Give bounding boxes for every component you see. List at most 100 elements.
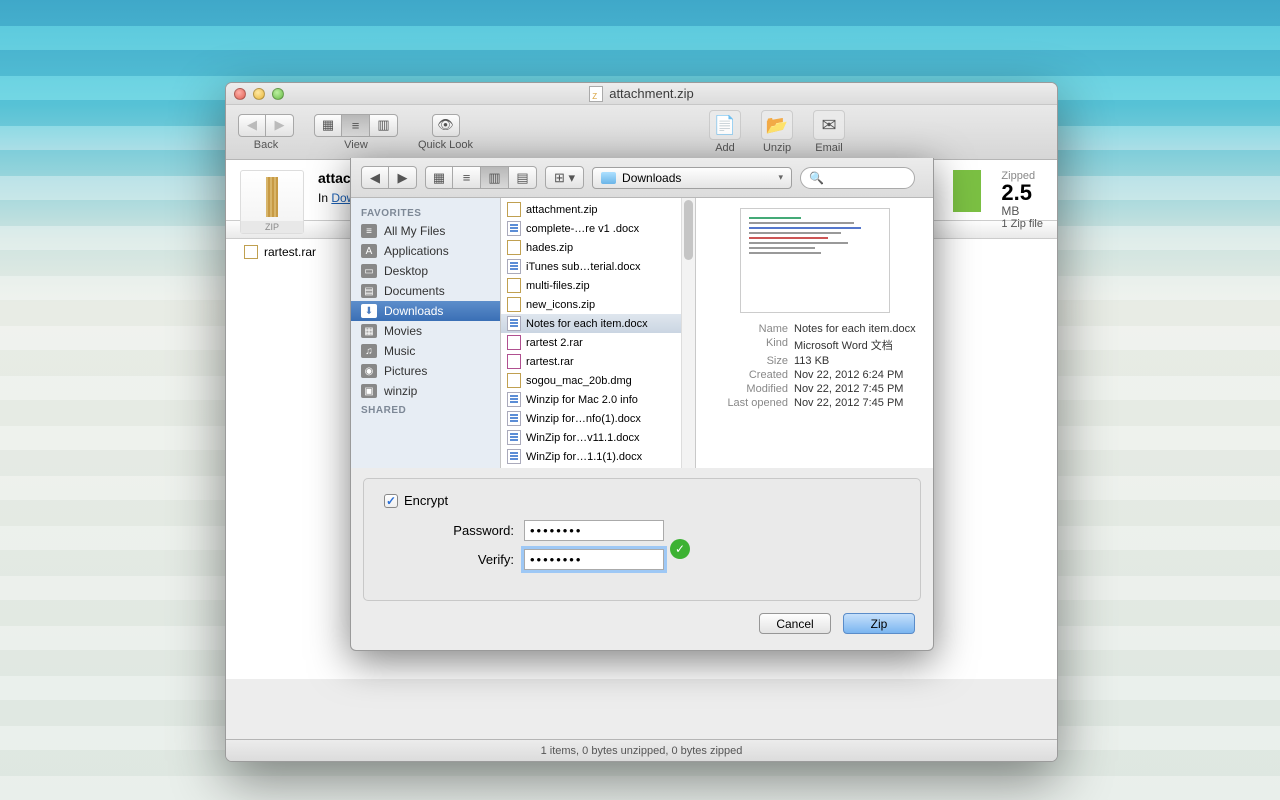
back-button[interactable]: ◀ xyxy=(238,114,266,137)
sidebar-item-pictures[interactable]: ◉Pictures xyxy=(351,361,500,381)
file-row[interactable]: new_icons.zip xyxy=(501,295,681,314)
unzip-button[interactable]: 📂 xyxy=(761,110,793,140)
file-row[interactable]: iTunes sub…terial.docx xyxy=(501,257,681,276)
favorites-header: FAVORITES xyxy=(351,204,500,221)
sidebar-item-label: All My Files xyxy=(384,224,445,238)
status-text: 1 items, 0 bytes unzipped, 0 bytes zippe… xyxy=(541,745,743,757)
sheet-cover-view[interactable]: ▤ xyxy=(509,166,537,189)
sheet-column-view[interactable]: ▥ xyxy=(481,166,509,189)
email-button[interactable]: ✉ xyxy=(813,110,845,140)
unzip-group: 📂 Unzip xyxy=(761,110,793,154)
preview-row: Size113 KB xyxy=(708,355,921,367)
preview-key: Kind xyxy=(708,337,788,353)
file-name: iTunes sub…terial.docx xyxy=(526,261,641,273)
file-row[interactable]: hades.zip xyxy=(501,238,681,257)
view-label: View xyxy=(344,139,368,151)
file-name: attachment.zip xyxy=(526,204,598,216)
password-input[interactable] xyxy=(524,520,664,541)
sidebar-icon: ≡ xyxy=(361,224,377,238)
sidebar-item-music[interactable]: ♫Music xyxy=(351,341,500,361)
file-name: sogou_mac_20b.dmg xyxy=(526,375,632,387)
sidebar-icon: ▭ xyxy=(361,264,377,278)
password-label: Password: xyxy=(384,523,514,538)
file-icon xyxy=(507,316,521,331)
quicklook-label: Quick Look xyxy=(418,139,473,151)
email-label: Email xyxy=(815,142,843,154)
sheet-fwd-button[interactable]: ▶ xyxy=(389,166,417,189)
add-label: Add xyxy=(715,142,735,154)
file-row[interactable]: multi-files.zip xyxy=(501,276,681,295)
file-name: WinZip for…1.1(1).docx xyxy=(526,451,642,463)
path-popup[interactable]: Downloads xyxy=(592,167,792,189)
file-column: attachment.zip complete-…re v1 .docxhades… xyxy=(501,198,696,468)
file-icon xyxy=(507,354,521,369)
preview-key: Name xyxy=(708,323,788,335)
sidebar-item-label: Music xyxy=(384,344,415,358)
file-name: rartest 2.rar xyxy=(526,337,583,349)
back-group: ◀ ▶ Back xyxy=(238,114,294,151)
file-row[interactable]: Winzip for Mac 2.0 info xyxy=(501,390,681,409)
sheet-back-button[interactable]: ◀ xyxy=(361,166,389,189)
preview-thumb xyxy=(740,208,890,313)
sheet-toolbar: ◀ ▶ ▦ ≡ ▥ ▤ ⊞ ▾ Downloads 🔍 xyxy=(351,158,933,198)
file-row[interactable]: WinZip inf…ore v1.docx xyxy=(501,466,681,468)
list-view-button[interactable]: ≡ xyxy=(342,114,370,137)
file-name: Winzip for…nfo(1).docx xyxy=(526,413,641,425)
file-row[interactable]: WinZip for…1.1(1).docx xyxy=(501,447,681,466)
back-label: Back xyxy=(254,139,278,151)
file-row[interactable]: attachment.zip xyxy=(501,200,681,219)
file-row[interactable]: rartest 2.rar xyxy=(501,333,681,352)
preview-column: NameNotes for each item.docxKindMicrosof… xyxy=(696,198,933,468)
sidebar-item-movies[interactable]: ▦Movies xyxy=(351,321,500,341)
file-name: Notes for each item.docx xyxy=(526,318,648,330)
sidebar-item-documents[interactable]: ▤Documents xyxy=(351,281,500,301)
file-row[interactable]: WinZip for…v11.1.docx xyxy=(501,428,681,447)
quicklook-group: 👁 Quick Look xyxy=(418,114,473,151)
icon-view-button[interactable]: ▦ xyxy=(314,114,342,137)
file-name: multi-files.zip xyxy=(526,280,590,292)
column-view-button[interactable]: ▥ xyxy=(370,114,398,137)
file-row[interactable]: Winzip for…nfo(1).docx xyxy=(501,409,681,428)
encrypt-label: Encrypt xyxy=(404,493,448,508)
file-row[interactable]: rartest.rar xyxy=(501,352,681,371)
preview-row: ModifiedNov 22, 2012 7:45 PM xyxy=(708,383,921,395)
file-row[interactable]: complete-…re v1 .docx xyxy=(501,219,681,238)
preview-key: Modified xyxy=(708,383,788,395)
sidebar-item-downloads[interactable]: ⬇Downloads xyxy=(351,301,500,321)
sidebar: FAVORITES ≡ All My Files AApplications ▭ Des… xyxy=(351,198,501,468)
sidebar-item-label: Pictures xyxy=(384,364,427,378)
scrollbar[interactable] xyxy=(681,198,695,468)
sidebar-item-winzip[interactable]: ▣winzip xyxy=(351,381,500,401)
verify-input[interactable] xyxy=(524,549,664,570)
folder-icon xyxy=(953,170,981,212)
sidebar-item-desktop[interactable]: ▭ Desktop xyxy=(351,261,500,281)
file-icon xyxy=(507,221,521,236)
search-input[interactable]: 🔍 xyxy=(800,167,915,189)
size-unit: MB xyxy=(1001,204,1043,218)
quicklook-button[interactable]: 👁 xyxy=(432,114,460,137)
sidebar-icon: ▣ xyxy=(361,384,377,398)
file-row[interactable]: sogou_mac_20b.dmg xyxy=(501,371,681,390)
cancel-button[interactable]: Cancel xyxy=(759,613,831,634)
zip-button[interactable]: Zip xyxy=(843,613,915,634)
sidebar-item-all-my-files[interactable]: ≡ All My Files xyxy=(351,221,500,241)
encrypt-checkbox[interactable]: ✓ xyxy=(384,494,398,508)
file-row[interactable]: Notes for each item.docx xyxy=(501,314,681,333)
sidebar-item-label: Desktop xyxy=(384,264,428,278)
arrange-button[interactable]: ⊞ ▾ xyxy=(545,166,584,189)
zip-doc-icon xyxy=(589,86,603,102)
file-icon xyxy=(507,335,521,350)
status-bar: 1 items, 0 bytes unzipped, 0 bytes zippe… xyxy=(226,739,1057,761)
forward-button[interactable]: ▶ xyxy=(266,114,294,137)
file-icon xyxy=(507,259,521,274)
titlebar[interactable]: attachment.zip xyxy=(226,83,1057,105)
sidebar-item-label: Documents xyxy=(384,284,445,298)
preview-value: Notes for each item.docx xyxy=(794,323,921,335)
add-button[interactable]: 📄 xyxy=(709,110,741,140)
sheet-list-view[interactable]: ≡ xyxy=(453,166,481,189)
file-icon xyxy=(507,202,521,217)
sheet-icon-view[interactable]: ▦ xyxy=(425,166,453,189)
preview-row: Name Notes for each item.docx xyxy=(708,323,921,335)
sidebar-item-applications[interactable]: AApplications xyxy=(351,241,500,261)
file-icon xyxy=(507,297,521,312)
